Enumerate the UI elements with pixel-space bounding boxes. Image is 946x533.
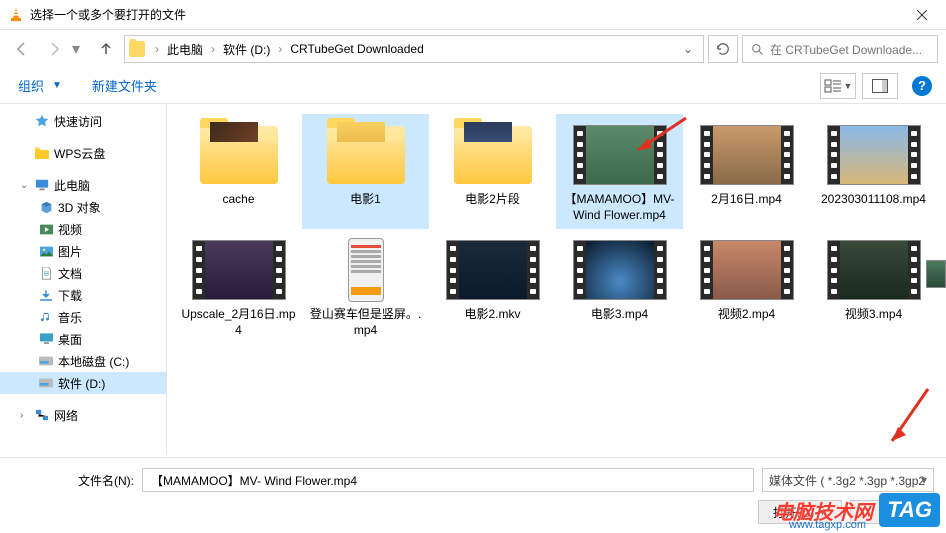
sidebar-item-local-c[interactable]: 本地磁盘 (C:) bbox=[0, 350, 166, 372]
sidebar-item-3d-objects[interactable]: 3D 对象 bbox=[0, 196, 166, 218]
file-grid: cache 电影1 电影2片段 【MAMAMOO】MV- Wind Flower… bbox=[167, 104, 946, 354]
breadcrumb-item[interactable]: 此电脑 bbox=[165, 41, 205, 58]
breadcrumb-item[interactable]: CRTubeGet Downloaded bbox=[288, 42, 425, 56]
chevron-right-icon[interactable]: › bbox=[207, 42, 219, 56]
sidebar-item-downloads[interactable]: 下载 bbox=[0, 284, 166, 306]
help-button[interactable]: ? bbox=[912, 76, 932, 96]
window-title: 选择一个或多个要打开的文件 bbox=[30, 6, 899, 23]
file-item-folder[interactable]: 电影2片段 bbox=[429, 114, 556, 229]
file-item-video[interactable]: 电影2.mkv bbox=[429, 229, 556, 344]
file-item-video[interactable]: 视频2.mp4 bbox=[683, 229, 810, 344]
search-icon bbox=[751, 43, 764, 56]
sidebar-item-videos[interactable]: 视频 bbox=[0, 218, 166, 240]
back-button[interactable] bbox=[8, 35, 36, 63]
filename-input[interactable] bbox=[142, 468, 754, 492]
sidebar-item-this-pc[interactable]: ⌄此电脑 bbox=[0, 174, 166, 196]
watermark-url: www.tagxp.com bbox=[789, 519, 866, 531]
picture-icon bbox=[38, 243, 54, 259]
drive-icon bbox=[38, 353, 54, 369]
music-icon bbox=[38, 309, 54, 325]
navbar: ▾ › 此电脑 › 软件 (D:) › CRTubeGet Downloaded… bbox=[0, 30, 946, 68]
file-item-video[interactable]: 【MAMAMOO】MV- Wind Flower.mp4 bbox=[556, 114, 683, 229]
file-item-folder[interactable]: 电影1 bbox=[302, 114, 429, 229]
chevron-right-icon[interactable]: › bbox=[151, 42, 163, 56]
filetype-combo[interactable]: 媒体文件 ( *.3g2 *.3gp *.3gp2 bbox=[762, 468, 934, 492]
file-item-video[interactable]: 电影3.mp4 bbox=[556, 229, 683, 344]
download-icon bbox=[38, 287, 54, 303]
document-icon bbox=[38, 265, 54, 281]
up-button[interactable] bbox=[92, 35, 120, 63]
sidebar-item-pictures[interactable]: 图片 bbox=[0, 240, 166, 262]
desktop-icon bbox=[38, 331, 54, 347]
refresh-button[interactable] bbox=[708, 35, 738, 63]
sidebar: 快速访问 WPS云盘 ⌄此电脑 3D 对象 视频 图片 文档 下载 音乐 桌面 … bbox=[0, 104, 167, 454]
close-button[interactable] bbox=[899, 0, 944, 29]
file-item-video[interactable]: 登山赛车但是竖屏。.mp4 bbox=[302, 229, 429, 344]
sidebar-item-wps-cloud[interactable]: WPS云盘 bbox=[0, 142, 166, 164]
file-item-video[interactable]: 2月16日.mp4 bbox=[683, 114, 810, 229]
folder-icon bbox=[129, 41, 145, 57]
breadcrumb[interactable]: › 此电脑 › 软件 (D:) › CRTubeGet Downloaded ⌄ bbox=[124, 35, 704, 63]
new-folder-button[interactable]: 新建文件夹 bbox=[88, 72, 161, 99]
titlebar: 选择一个或多个要打开的文件 bbox=[0, 0, 946, 30]
forward-button[interactable] bbox=[40, 35, 68, 63]
sidebar-item-desktop[interactable]: 桌面 bbox=[0, 328, 166, 350]
cube-icon bbox=[38, 199, 54, 215]
file-area[interactable]: cache 电影1 电影2片段 【MAMAMOO】MV- Wind Flower… bbox=[167, 104, 946, 454]
breadcrumb-dropdown[interactable]: ⌄ bbox=[677, 42, 699, 56]
search-placeholder: 在 CRTubeGet Downloade... bbox=[770, 41, 922, 58]
chevron-down-icon[interactable]: ▼ bbox=[52, 80, 62, 91]
filename-label: 文件名(N): bbox=[12, 472, 134, 489]
collapse-icon[interactable]: ⌄ bbox=[20, 180, 30, 191]
drive-icon bbox=[38, 375, 54, 391]
star-icon bbox=[34, 113, 50, 129]
sidebar-item-documents[interactable]: 文档 bbox=[0, 262, 166, 284]
network-icon bbox=[34, 407, 50, 423]
history-dropdown[interactable]: ▾ bbox=[72, 39, 88, 59]
video-icon bbox=[38, 221, 54, 237]
folder-icon bbox=[34, 145, 50, 161]
expand-icon[interactable]: › bbox=[20, 410, 30, 421]
body: 快速访问 WPS云盘 ⌄此电脑 3D 对象 视频 图片 文档 下载 音乐 桌面 … bbox=[0, 104, 946, 454]
file-item-video[interactable]: 202303011108.mp4 bbox=[810, 114, 937, 229]
sidebar-item-software-d[interactable]: 软件 (D:) bbox=[0, 372, 166, 394]
partial-thumbnail bbox=[926, 260, 946, 288]
organize-button[interactable]: 组织 bbox=[14, 72, 48, 99]
file-item-video[interactable]: 视频3.mp4 bbox=[810, 229, 937, 344]
vlc-icon bbox=[8, 7, 24, 23]
file-item-video[interactable]: Upscale_2月16日.mp4 bbox=[175, 229, 302, 344]
file-item-folder[interactable]: cache bbox=[175, 114, 302, 229]
chevron-right-icon[interactable]: › bbox=[274, 42, 286, 56]
search-input[interactable]: 在 CRTubeGet Downloade... bbox=[742, 35, 938, 63]
sidebar-item-music[interactable]: 音乐 bbox=[0, 306, 166, 328]
toolbar: 组织 ▼ 新建文件夹 ▼ ? bbox=[0, 68, 946, 104]
sidebar-item-network[interactable]: ›网络 bbox=[0, 404, 166, 426]
view-options-button[interactable]: ▼ bbox=[820, 73, 856, 99]
preview-pane-button[interactable] bbox=[862, 73, 898, 99]
sidebar-item-quick-access[interactable]: 快速访问 bbox=[0, 110, 166, 132]
breadcrumb-item[interactable]: 软件 (D:) bbox=[221, 41, 272, 58]
pc-icon bbox=[34, 177, 50, 193]
